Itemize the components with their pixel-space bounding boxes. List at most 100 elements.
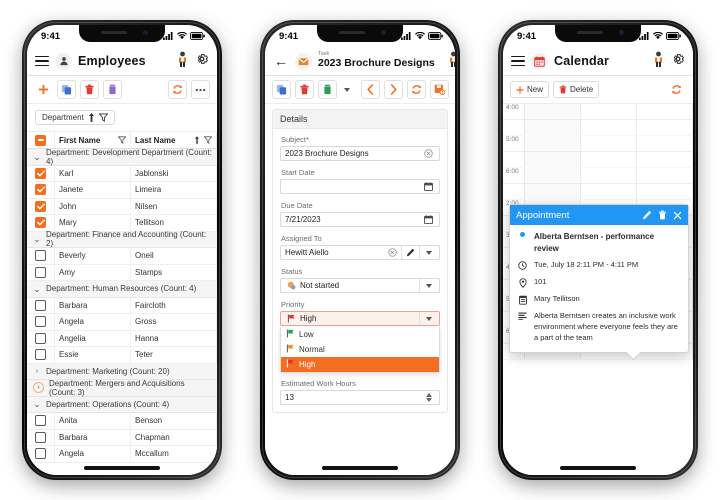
chevron-right-icon[interactable]: › <box>33 382 44 394</box>
filter-icon[interactable] <box>98 113 108 122</box>
calendar-row[interactable]: 5:00 <box>503 136 693 152</box>
appointment-popup[interactable]: Appointment Alberta Berntsen - performan… <box>509 204 689 360</box>
calendar-icon[interactable] <box>422 180 435 193</box>
back-arrow-icon[interactable]: ← <box>273 54 289 68</box>
row-checkbox[interactable] <box>35 184 46 196</box>
column-first-name[interactable]: First Name <box>55 132 131 148</box>
table-row[interactable]: Angela Gross <box>27 314 217 331</box>
new-appointment-button[interactable]: New <box>510 81 550 98</box>
calendar-view[interactable]: 4:005:006:002:003:004:005:006:00 Alberta… <box>503 104 693 475</box>
copy-icon[interactable] <box>57 80 76 99</box>
calendar-cell[interactable] <box>525 152 581 167</box>
priority-option[interactable]: High <box>281 357 439 372</box>
row-checkbox[interactable] <box>35 167 46 179</box>
chevron-down-icon[interactable]: ⌄ <box>33 152 41 161</box>
calendar-row[interactable]: 6:00 <box>503 168 693 184</box>
hamburger-icon[interactable] <box>35 55 49 67</box>
group-row[interactable]: ⌄ Department: Operations (Count: 4) <box>27 396 217 413</box>
group-row[interactable]: ⌄ Department: Development Department (Cou… <box>27 149 217 166</box>
copy-icon[interactable] <box>272 80 291 99</box>
chevron-down-icon[interactable] <box>422 246 435 259</box>
table-row[interactable]: Angela Mccallum <box>27 446 217 463</box>
priority-field[interactable]: High <box>280 311 440 326</box>
save-new-icon[interactable] <box>430 80 449 99</box>
calendar-cell[interactable] <box>581 168 637 183</box>
user-icon[interactable] <box>652 51 665 72</box>
table-row[interactable]: Angelia Hanna <box>27 330 217 347</box>
calendar-cell[interactable] <box>581 104 637 119</box>
row-checkbox[interactable] <box>35 217 46 229</box>
archive-icon[interactable] <box>318 80 337 99</box>
employees-grid[interactable]: ⌄ Department: Development Department (Cou… <box>27 149 217 475</box>
assigned-to-field[interactable]: Hewitt Aiello <box>280 245 440 260</box>
delete-appointment-button[interactable]: Delete <box>553 81 600 98</box>
filter-icon[interactable] <box>118 136 126 144</box>
column-last-name[interactable]: Last Name <box>131 132 217 148</box>
row-checkbox[interactable] <box>35 431 46 443</box>
prev-icon[interactable] <box>361 80 380 99</box>
refresh-icon[interactable] <box>168 80 187 99</box>
due-date-field[interactable]: 7/21/2023 <box>280 212 440 227</box>
calendar-row[interactable] <box>503 152 693 168</box>
calendar-cell[interactable] <box>581 136 637 151</box>
calendar-cell[interactable] <box>581 152 637 167</box>
archive-icon[interactable] <box>103 80 122 99</box>
user-icon[interactable] <box>176 51 189 72</box>
row-checkbox[interactable] <box>35 250 46 262</box>
row-checkbox[interactable] <box>35 349 46 361</box>
group-row[interactable]: ⌄ Department: Human Resources (Count: 4) <box>27 281 217 298</box>
group-row[interactable]: ⌄ Department: Finance and Accounting (Cou… <box>27 230 217 248</box>
more-icon[interactable] <box>191 80 210 99</box>
gear-icon[interactable] <box>195 52 209 71</box>
calendar-cell[interactable] <box>525 184 581 199</box>
table-row[interactable]: Beverly Oneil <box>27 248 217 265</box>
table-row[interactable]: Janete Limeira <box>27 182 217 199</box>
calendar-cell[interactable] <box>637 168 693 183</box>
subject-field[interactable]: 2023 Brochure Designs <box>280 146 440 161</box>
sort-asc-icon[interactable] <box>194 136 200 144</box>
row-checkbox[interactable] <box>35 415 46 427</box>
delete-icon[interactable] <box>80 80 99 99</box>
hamburger-icon[interactable] <box>511 55 525 67</box>
gear-icon[interactable] <box>671 52 685 71</box>
clear-icon[interactable] <box>386 246 399 259</box>
calendar-cell[interactable] <box>525 120 581 135</box>
delete-icon[interactable] <box>295 80 314 99</box>
calendar-icon[interactable] <box>422 213 435 226</box>
calendar-cell[interactable] <box>525 168 581 183</box>
chevron-down-icon[interactable] <box>422 279 435 292</box>
status-field[interactable]: Not started <box>280 278 440 293</box>
priority-option[interactable]: Normal <box>281 342 439 357</box>
trash-icon[interactable] <box>658 210 667 220</box>
pencil-icon[interactable] <box>404 246 417 259</box>
filter-icon[interactable] <box>204 136 212 144</box>
hours-field[interactable]: 13 <box>280 390 440 405</box>
spinner-icon[interactable] <box>422 391 435 404</box>
table-row[interactable]: Karl Jablonski <box>27 165 217 182</box>
row-checkbox[interactable] <box>35 299 46 311</box>
calendar-cell[interactable] <box>581 120 637 135</box>
calendar-cell[interactable] <box>525 104 581 119</box>
clear-icon[interactable] <box>422 147 435 160</box>
calendar-cell[interactable] <box>637 104 693 119</box>
priority-dropdown[interactable]: Low Normal High <box>280 327 440 373</box>
group-chip-department[interactable]: Department <box>35 110 115 125</box>
select-all-checkbox[interactable] <box>35 134 46 146</box>
refresh-icon[interactable] <box>407 80 426 99</box>
calendar-row[interactable]: 4:00 <box>503 104 693 120</box>
archive-menu-chevron-down-icon[interactable] <box>341 80 353 99</box>
calendar-cell[interactable] <box>581 184 637 199</box>
table-row[interactable]: Mary Tellitson <box>27 215 217 232</box>
add-icon[interactable] <box>34 80 53 99</box>
row-checkbox[interactable] <box>35 200 46 212</box>
chevron-down-icon[interactable]: ⌄ <box>33 400 41 409</box>
table-row[interactable]: Essie Teter <box>27 347 217 364</box>
row-checkbox[interactable] <box>35 332 46 344</box>
calendar-cell[interactable] <box>637 120 693 135</box>
table-row[interactable]: Anita Benson <box>27 413 217 430</box>
group-row[interactable]: › Department: Marketing (Count: 20) <box>27 363 217 380</box>
table-row[interactable]: Barbara Faircloth <box>27 297 217 314</box>
chevron-down-icon[interactable]: ⌄ <box>33 284 41 293</box>
calendar-row[interactable] <box>503 120 693 136</box>
table-row[interactable]: Barbara Chapman <box>27 429 217 446</box>
